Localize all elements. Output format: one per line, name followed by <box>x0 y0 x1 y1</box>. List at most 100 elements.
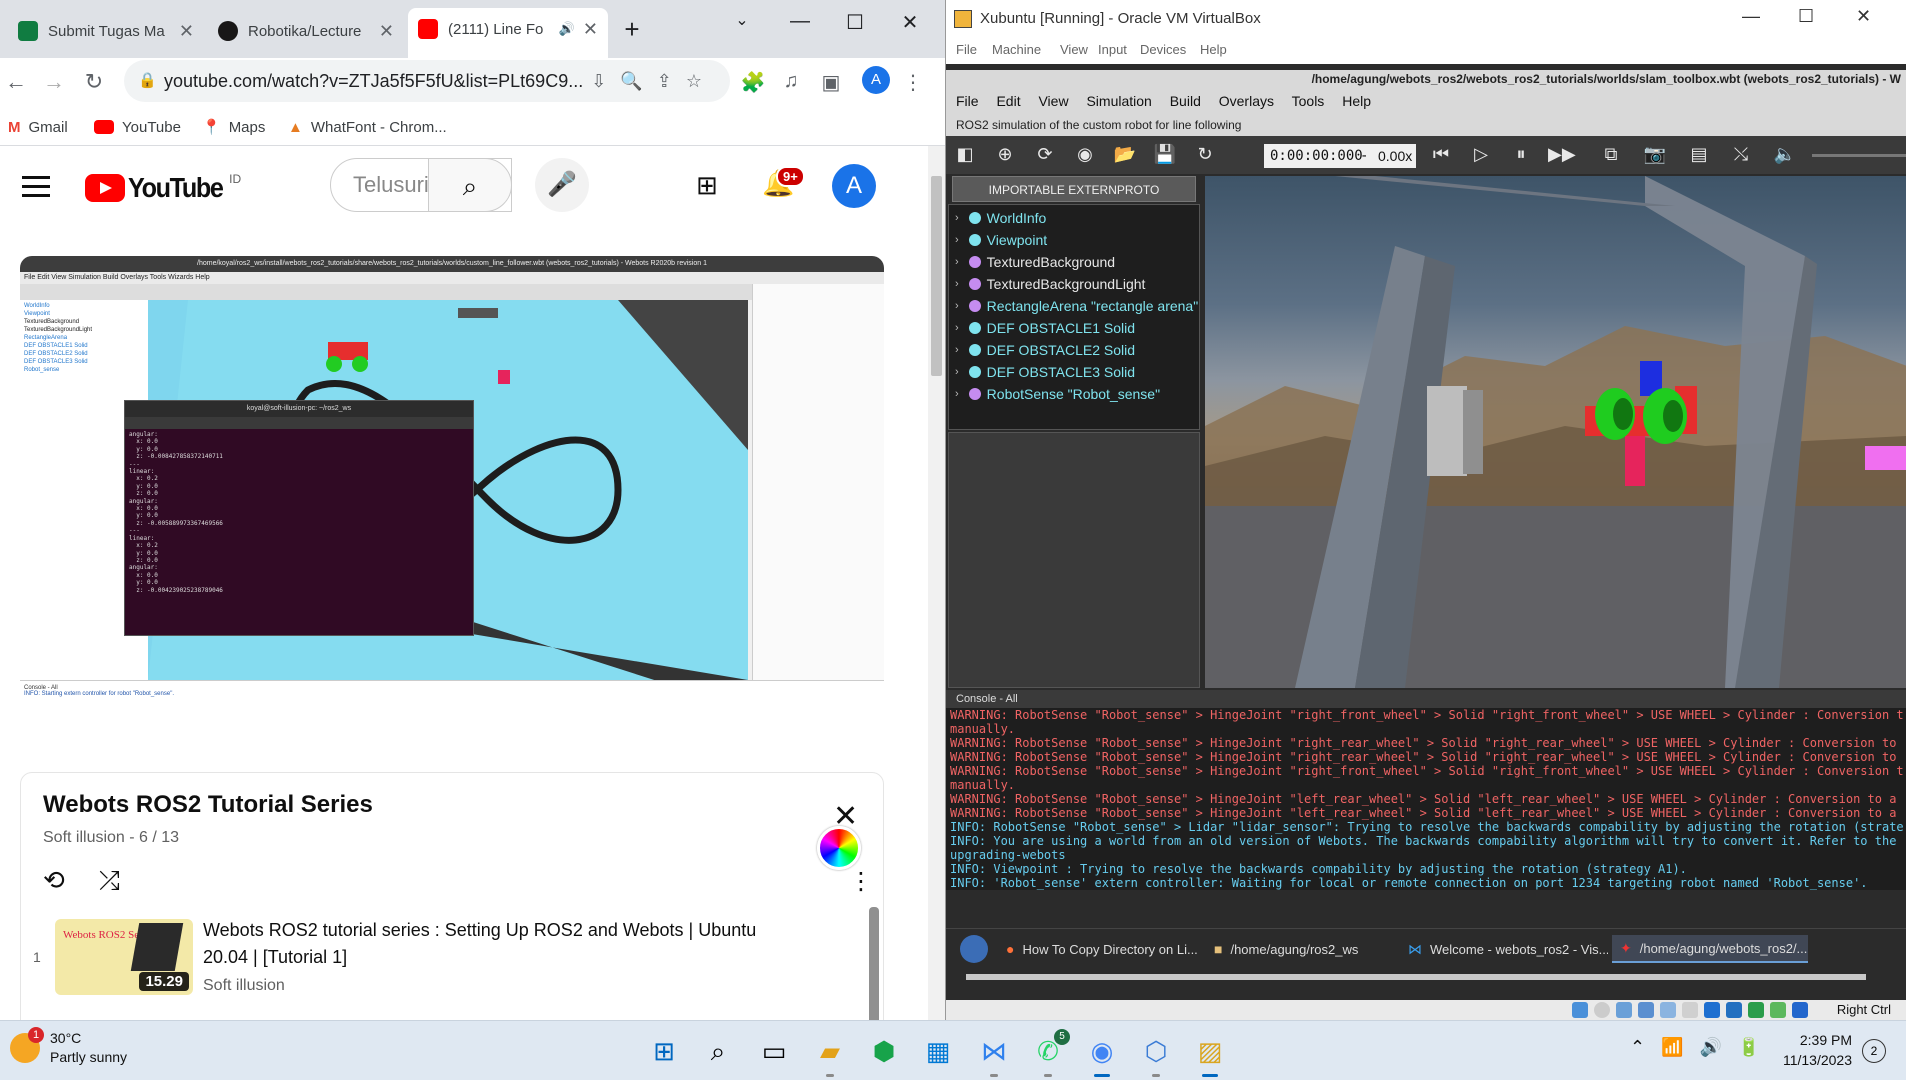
guest-horizontal-scrollbar[interactable] <box>966 974 1866 980</box>
tab-youtube[interactable]: (2111) Line Fo 🔊 ✕ <box>408 8 608 62</box>
video-thumbnail[interactable]: Webots ROS2 Series 15.29 <box>55 919 193 995</box>
tree-item-textured-background[interactable]: › TexturedBackground <box>955 251 1115 273</box>
extensions-icon[interactable]: 🧩 <box>738 70 768 95</box>
tree-item-obstacle3[interactable]: › DEF OBSTACLE3 Solid <box>955 361 1135 383</box>
vb-menu-help[interactable]: Help <box>1200 42 1227 57</box>
view-icon[interactable]: ◉ <box>1072 144 1098 165</box>
tree-item-rectangle-arena[interactable]: › RectangleArena "rectangle arena" <box>955 295 1198 317</box>
video-title[interactable]: Webots ROS2 tutorial series : Setting Up… <box>203 917 803 971</box>
task-firefox[interactable]: ● How To Copy Directory on Li... <box>1006 935 1206 963</box>
xfce-menu-icon[interactable] <box>960 935 988 963</box>
add-node-icon[interactable]: ⊕ <box>992 144 1018 165</box>
bookmark-maps[interactable]: 📍 Maps <box>202 114 265 140</box>
bookmark-whatfont[interactable]: ▲ WhatFont - Chrom... <box>288 114 447 140</box>
scrollbar-thumb[interactable] <box>931 176 942 376</box>
shuffle-playlist-icon[interactable]: ⤮ <box>99 865 120 897</box>
usb-icon[interactable] <box>1660 1002 1676 1018</box>
maximize-button[interactable]: ☐ <box>1798 6 1814 27</box>
webots-3d-view[interactable] <box>1205 176 1906 688</box>
run-icon[interactable]: ▶▶ <box>1548 144 1576 165</box>
hamburger-menu-icon[interactable] <box>22 176 50 203</box>
lock-icon[interactable]: 🔒 <box>138 60 157 102</box>
close-tab-icon[interactable]: ✕ <box>179 21 194 42</box>
tree-item-robotsense[interactable]: › RobotSense "Robot_sense" <box>955 383 1160 405</box>
close-window-button[interactable]: ✕ <box>1856 6 1871 27</box>
importable-externproto-button[interactable]: IMPORTABLE EXTERNPROTO <box>952 176 1196 202</box>
close-playlist-icon[interactable]: ✕ <box>833 799 858 834</box>
yt-account-avatar[interactable]: A <box>832 164 876 208</box>
side-panel-icon[interactable]: ▣ <box>816 70 846 95</box>
weather-widget[interactable]: 1 30°C Partly sunny <box>10 1027 127 1067</box>
microsoft-store-icon[interactable]: ▦ <box>920 1033 956 1069</box>
audio-playing-icon[interactable]: 🔊 <box>559 21 575 37</box>
wb-menu-edit[interactable]: Edit <box>996 93 1020 109</box>
video-channel[interactable]: Soft illusion <box>203 977 285 995</box>
youtube-logo[interactable]: YouTube ID <box>85 172 241 204</box>
optical-drive-icon[interactable] <box>1594 1002 1610 1018</box>
vm-window-icon[interactable]: ▨ <box>1192 1033 1228 1077</box>
clock[interactable]: 2:39 PM 11/13/2023 <box>1772 1030 1852 1070</box>
fast-forward-icon[interactable]: ⧉ <box>1598 144 1624 165</box>
system-tray[interactable]: ⌃📶🔊🔋 <box>1630 1037 1776 1058</box>
virtualbox-icon[interactable]: ⬡ <box>1138 1033 1174 1077</box>
close-tab-icon[interactable]: ✕ <box>583 19 598 40</box>
guest-display[interactable]: /home/agung/webots_ros2/webots_ros2_tuto… <box>946 64 1906 1004</box>
recording-icon[interactable] <box>1726 1002 1742 1018</box>
keyboard-icon[interactable] <box>1792 1002 1808 1018</box>
save-world-icon[interactable]: 💾 <box>1152 144 1178 165</box>
step-icon[interactable]: ▷ <box>1468 144 1494 165</box>
shared-folders-icon[interactable] <box>1682 1002 1698 1018</box>
tab-robotika[interactable]: Robotika/Lecture ✕ <box>208 12 404 50</box>
vb-menu-machine[interactable]: Machine <box>992 42 1041 57</box>
media-controls-icon[interactable]: ♫ <box>776 70 806 93</box>
network-icon[interactable] <box>1638 1002 1654 1018</box>
notification-center-badge[interactable]: 2 <box>1862 1039 1886 1063</box>
mouse-integration-icon[interactable] <box>1770 1002 1786 1018</box>
minimize-button[interactable]: — <box>780 10 820 33</box>
voice-search-button[interactable]: 🎤 <box>535 158 589 212</box>
reset-simulation-icon[interactable]: ⏮ <box>1428 144 1454 165</box>
task-webots[interactable]: ✦/home/agung/webots_ros2/... <box>1612 935 1808 963</box>
vb-menu-input[interactable]: Input <box>1098 42 1127 57</box>
open-world-icon[interactable]: 📂 <box>1112 144 1138 165</box>
tree-item-obstacle2[interactable]: › DEF OBSTACLE2 Solid <box>955 339 1135 361</box>
wb-menu-file[interactable]: File <box>956 93 979 109</box>
task-file-manager[interactable]: ■/home/agung/ros2_ws <box>1214 935 1404 963</box>
wb-menu-build[interactable]: Build <box>1170 93 1201 109</box>
share-icon[interactable]: ⤯ <box>1728 144 1754 165</box>
task-view-icon[interactable]: ▭ <box>756 1033 792 1069</box>
wb-menu-simulation[interactable]: Simulation <box>1086 93 1151 109</box>
playlist-scrollbar[interactable] <box>869 907 879 1020</box>
minimize-button[interactable]: — <box>1742 6 1760 27</box>
close-window-button[interactable]: ✕ <box>890 10 930 35</box>
vscode-icon[interactable]: ⋈ <box>976 1033 1012 1077</box>
maximize-button[interactable]: ☐ <box>835 10 875 35</box>
screenshot-icon[interactable]: 📷 <box>1642 144 1668 165</box>
vb-menu-devices[interactable]: Devices <box>1140 42 1186 57</box>
toggle-scene-tree-icon[interactable]: ◧ <box>952 144 978 165</box>
forward-button[interactable]: → <box>38 66 70 98</box>
wb-menu-view[interactable]: View <box>1038 93 1068 109</box>
chrome-menu-icon[interactable]: ⋮ <box>898 70 928 95</box>
wb-menu-tools[interactable]: Tools <box>1292 93 1325 109</box>
playlist-title[interactable]: Webots ROS2 Tutorial Series <box>43 791 373 819</box>
page-scrollbar[interactable] <box>928 146 945 1020</box>
create-video-icon[interactable]: ⊞ <box>696 170 718 201</box>
search-icon[interactable]: ⌕ <box>700 1033 736 1069</box>
bookmark-youtube[interactable]: YouTube <box>94 114 181 140</box>
search-button[interactable]: ⌕ <box>428 158 512 212</box>
profile-avatar[interactable]: A <box>862 66 890 94</box>
file-explorer-icon[interactable]: ▰ <box>812 1033 848 1077</box>
tree-item-viewpoint[interactable]: › Viewpoint <box>955 229 1047 251</box>
audio-icon[interactable] <box>1616 1002 1632 1018</box>
tab-submit-tugas[interactable]: Submit Tugas Ma ✕ <box>8 12 204 50</box>
whatsapp-icon[interactable]: ✆ 5 <box>1030 1029 1070 1077</box>
wb-menu-overlays[interactable]: Overlays <box>1219 93 1274 109</box>
chrome-icon[interactable]: ◉ <box>1084 1033 1120 1077</box>
tree-item-textured-background-light[interactable]: › TexturedBackgroundLight <box>955 273 1145 295</box>
address-bar[interactable]: 🔒 youtube.com/watch?v=ZTJa5f5F5fU&list=P… <box>124 60 730 102</box>
back-button[interactable]: ← <box>0 66 32 98</box>
volume-slider[interactable] <box>1812 154 1906 157</box>
reload-button[interactable]: ↻ <box>78 66 110 98</box>
volume-icon[interactable]: 🔈 <box>1772 144 1798 165</box>
